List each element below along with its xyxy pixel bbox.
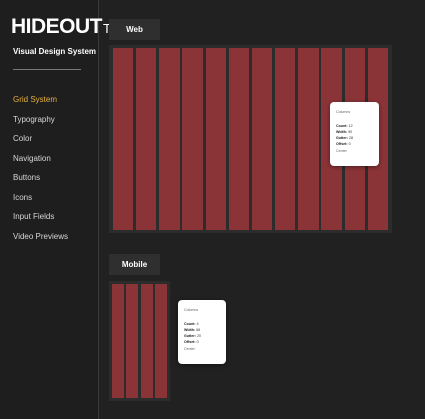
- sidebar-item-typography[interactable]: Typography: [13, 114, 68, 134]
- popup-width-row: Width: 90: [336, 130, 353, 134]
- sidebar-item-buttons[interactable]: Buttons: [13, 172, 68, 192]
- app-logo[interactable]: HIDEOUTTV: [11, 15, 120, 41]
- grid-column: [228, 48, 250, 230]
- popup-gutter-row: Gutter: 20: [184, 334, 201, 338]
- grid-column: [140, 284, 153, 398]
- sidebar-item-navigation[interactable]: Navigation: [13, 153, 68, 173]
- grid-column: [113, 48, 134, 230]
- grid-column: [205, 48, 226, 230]
- grid-column: [182, 48, 203, 230]
- grid-column: [154, 284, 167, 398]
- sidebar-nav: Grid System Typography Color Navigation …: [13, 94, 68, 250]
- popup-alignment: Center: [184, 347, 195, 351]
- grid-column: [126, 284, 139, 398]
- popup-count-row: Count: 12: [336, 124, 353, 128]
- grid-column: [298, 48, 319, 230]
- sidebar: HIDEOUTTV Visual Design System Grid Syst…: [0, 0, 120, 419]
- popup-gutter-row: Gutter: 28: [336, 136, 353, 140]
- logo-main: HIDEOUT: [11, 15, 103, 38]
- sidebar-item-input-fields[interactable]: Input Fields: [13, 211, 68, 231]
- grid-column: [159, 48, 180, 230]
- mobile-grid-preview: [109, 281, 170, 401]
- popup-alignment: Center: [336, 149, 347, 153]
- grid-column: [136, 48, 157, 230]
- popup-offset-row: Offset: 0: [336, 142, 351, 146]
- mobile-columns-popup: Columns Count: 4 Width: 68 Gutter: 20 Of…: [178, 300, 226, 364]
- sidebar-item-color[interactable]: Color: [13, 133, 68, 153]
- popup-title: Columns: [184, 308, 199, 312]
- popup-count-row: Count: 4: [184, 322, 199, 326]
- grid-column: [275, 48, 296, 230]
- grid-column: [251, 48, 273, 230]
- mobile-section-tab[interactable]: Mobile: [109, 254, 160, 275]
- grid-column: [112, 284, 125, 398]
- web-columns-popup: Columns Count: 12 Width: 90 Gutter: 28 O…: [330, 102, 379, 166]
- sidebar-divider: [13, 69, 81, 70]
- popup-width-row: Width: 68: [184, 328, 201, 332]
- sidebar-item-icons[interactable]: Icons: [13, 192, 68, 212]
- popup-title: Columns: [336, 110, 351, 114]
- web-section-tab[interactable]: Web: [109, 19, 160, 40]
- popup-offset-row: Offset: 0: [184, 340, 199, 344]
- sidebar-item-grid-system[interactable]: Grid System: [13, 94, 68, 114]
- app-subtitle: Visual Design System: [13, 47, 96, 56]
- sidebar-item-video-previews[interactable]: Video Previews: [13, 231, 68, 251]
